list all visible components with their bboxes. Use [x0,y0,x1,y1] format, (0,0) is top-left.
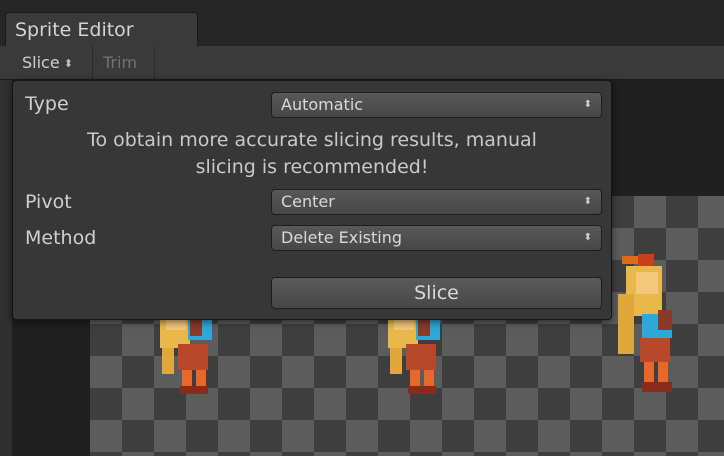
method-label: Method [25,227,97,249]
accuracy-warning: To obtain more accurate slicing results,… [13,127,611,181]
stepper-icon: ⬍ [63,57,73,70]
slice-menu-label: Slice [22,53,60,72]
trim-label: Trim [103,53,138,72]
pivot-dropdown[interactable]: Center ⬍ [271,189,602,215]
tab-title: Sprite Editor [15,19,134,41]
type-dropdown-value: Automatic [281,95,364,114]
sprite-editor-window: Sprite Editor Slice ⬍ Trim Type Automati… [0,0,724,456]
pivot-dropdown-value: Center [281,192,335,211]
method-dropdown[interactable]: Delete Existing ⬍ [271,225,602,251]
character-sprite-1 [160,308,212,394]
slice-menu-button[interactable]: Slice ⬍ [12,46,93,79]
slice-popup: Type Automatic ⬍ To obtain more accurate… [12,80,612,320]
toolbar: Slice ⬍ Trim [0,46,724,80]
warning-line-1: To obtain more accurate slicing results,… [87,129,537,151]
dropdown-stepper-icon: ⬍ [583,196,592,207]
character-sprite-2 [388,308,440,394]
slice-button[interactable]: Slice [271,277,602,309]
left-gutter [0,80,12,456]
pivot-label: Pivot [25,191,72,213]
dropdown-stepper-icon: ⬍ [583,232,592,243]
tab-sprite-editor[interactable]: Sprite Editor [5,12,198,46]
character-sprite-3 [618,254,672,392]
dropdown-stepper-icon: ⬍ [583,99,592,110]
type-dropdown[interactable]: Automatic ⬍ [271,92,602,118]
warning-line-2: slicing is recommended! [195,156,429,178]
method-dropdown-value: Delete Existing [281,228,403,247]
type-label: Type [25,93,69,115]
trim-button[interactable]: Trim [93,46,155,79]
